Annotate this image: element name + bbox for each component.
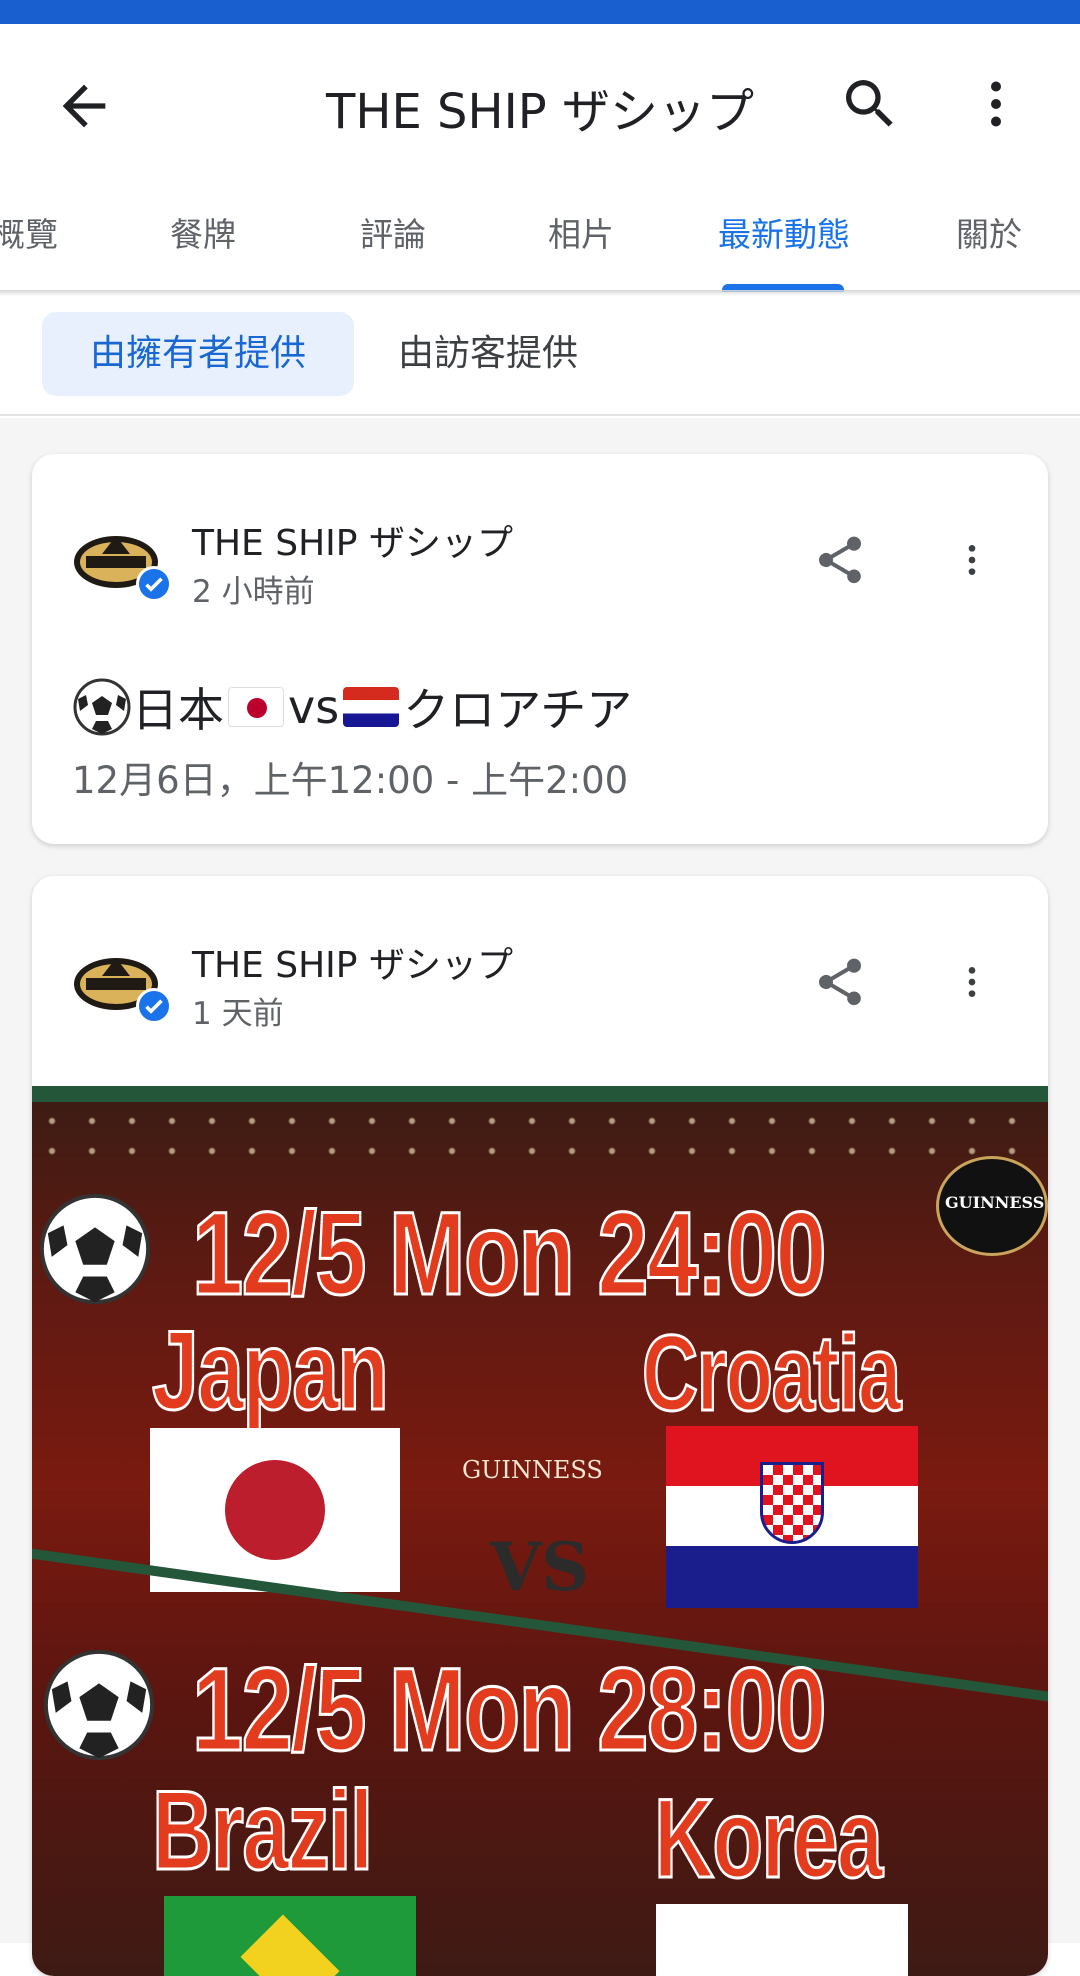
app-bar: THE SHIP ザシップ [0, 24, 1080, 174]
post-title: 日本 vs クロアチア [72, 676, 632, 738]
update-card[interactable]: THE SHIP ザシップ 2 小時前 日本 vs クロアチア 12月6日，上午… [32, 454, 1048, 844]
verified-icon [136, 566, 172, 602]
team-japan: Japan [151, 1307, 390, 1435]
tab-overview[interactable]: 概覽 [0, 208, 58, 256]
more-vert-icon[interactable] [966, 72, 1026, 136]
image-top-band [32, 1086, 1048, 1102]
post-title-part: 日本 [132, 683, 224, 737]
guinness-sign: GUINNESS [936, 1156, 1048, 1256]
croatia-coat-of-arms [760, 1462, 824, 1544]
team-brazil: Brazil [151, 1767, 375, 1895]
status-bar [0, 0, 1080, 24]
brazil-flag-icon [164, 1896, 416, 1976]
update-card[interactable]: THE SHIP ザシップ 1 天前 GUINNESS 12/5 Mon 24:… [32, 876, 1048, 1976]
croatia-flag-icon [343, 687, 400, 727]
filter-chips: 由擁有者提供 由訪客提供 [0, 296, 1080, 416]
share-icon[interactable] [812, 532, 868, 588]
soccer-ball-icon [39, 1193, 151, 1305]
post-author: THE SHIP ザシップ [192, 945, 513, 986]
post-image[interactable]: GUINNESS 12/5 Mon 24:00 Japan Croatia GU… [32, 1086, 1048, 1976]
guinness-poster-text: GUINNESS [462, 1456, 603, 1484]
post-time: 2 小時前 [192, 574, 315, 610]
tab-menu[interactable]: 餐牌 [170, 208, 236, 256]
tab-photos[interactable]: 相片 [548, 208, 614, 256]
tab-about[interactable]: 關於 [956, 208, 1022, 256]
event-time: 12月6日，上午12:00 - 上午2:00 [72, 759, 629, 802]
post-title-part: vs [288, 680, 340, 734]
tab-reviews[interactable]: 評論 [360, 208, 426, 256]
vs-label: VS [490, 1528, 589, 1606]
team-croatia: Croatia [641, 1311, 902, 1435]
tab-bar: 概覽 餐牌 評論 相片 最新動態 關於 [0, 174, 1080, 292]
page-title: THE SHIP ザシップ [326, 84, 754, 140]
verified-icon [136, 988, 172, 1024]
more-vert-icon[interactable] [952, 532, 992, 588]
post-author: THE SHIP ザシップ [192, 523, 513, 564]
croatia-flag-icon [666, 1426, 918, 1608]
team-korea: Korea [653, 1775, 884, 1903]
post-title-part: クロアチア [403, 683, 633, 737]
search-icon[interactable] [838, 72, 902, 136]
japan-flag-icon [228, 687, 284, 727]
more-vert-icon[interactable] [952, 954, 992, 1010]
soccer-ball-icon [43, 1649, 155, 1761]
chip-by-visitors[interactable]: 由訪客提供 [398, 312, 578, 396]
korea-flag-icon [656, 1904, 908, 1976]
chip-by-owner[interactable]: 由擁有者提供 [42, 312, 354, 396]
soccer-ball-icon [73, 678, 131, 736]
post-time: 1 天前 [192, 996, 284, 1032]
tab-updates[interactable]: 最新動態 [718, 208, 850, 256]
japan-flag-icon [150, 1428, 400, 1592]
updates-feed: THE SHIP ザシップ 2 小時前 日本 vs クロアチア 12月6日，上午… [0, 418, 1080, 1976]
match2-time: 12/5 Mon 28:00 [191, 1643, 828, 1778]
share-icon[interactable] [812, 954, 868, 1010]
string-lights [32, 1106, 1048, 1166]
match1-time: 12/5 Mon 24:00 [191, 1187, 828, 1322]
